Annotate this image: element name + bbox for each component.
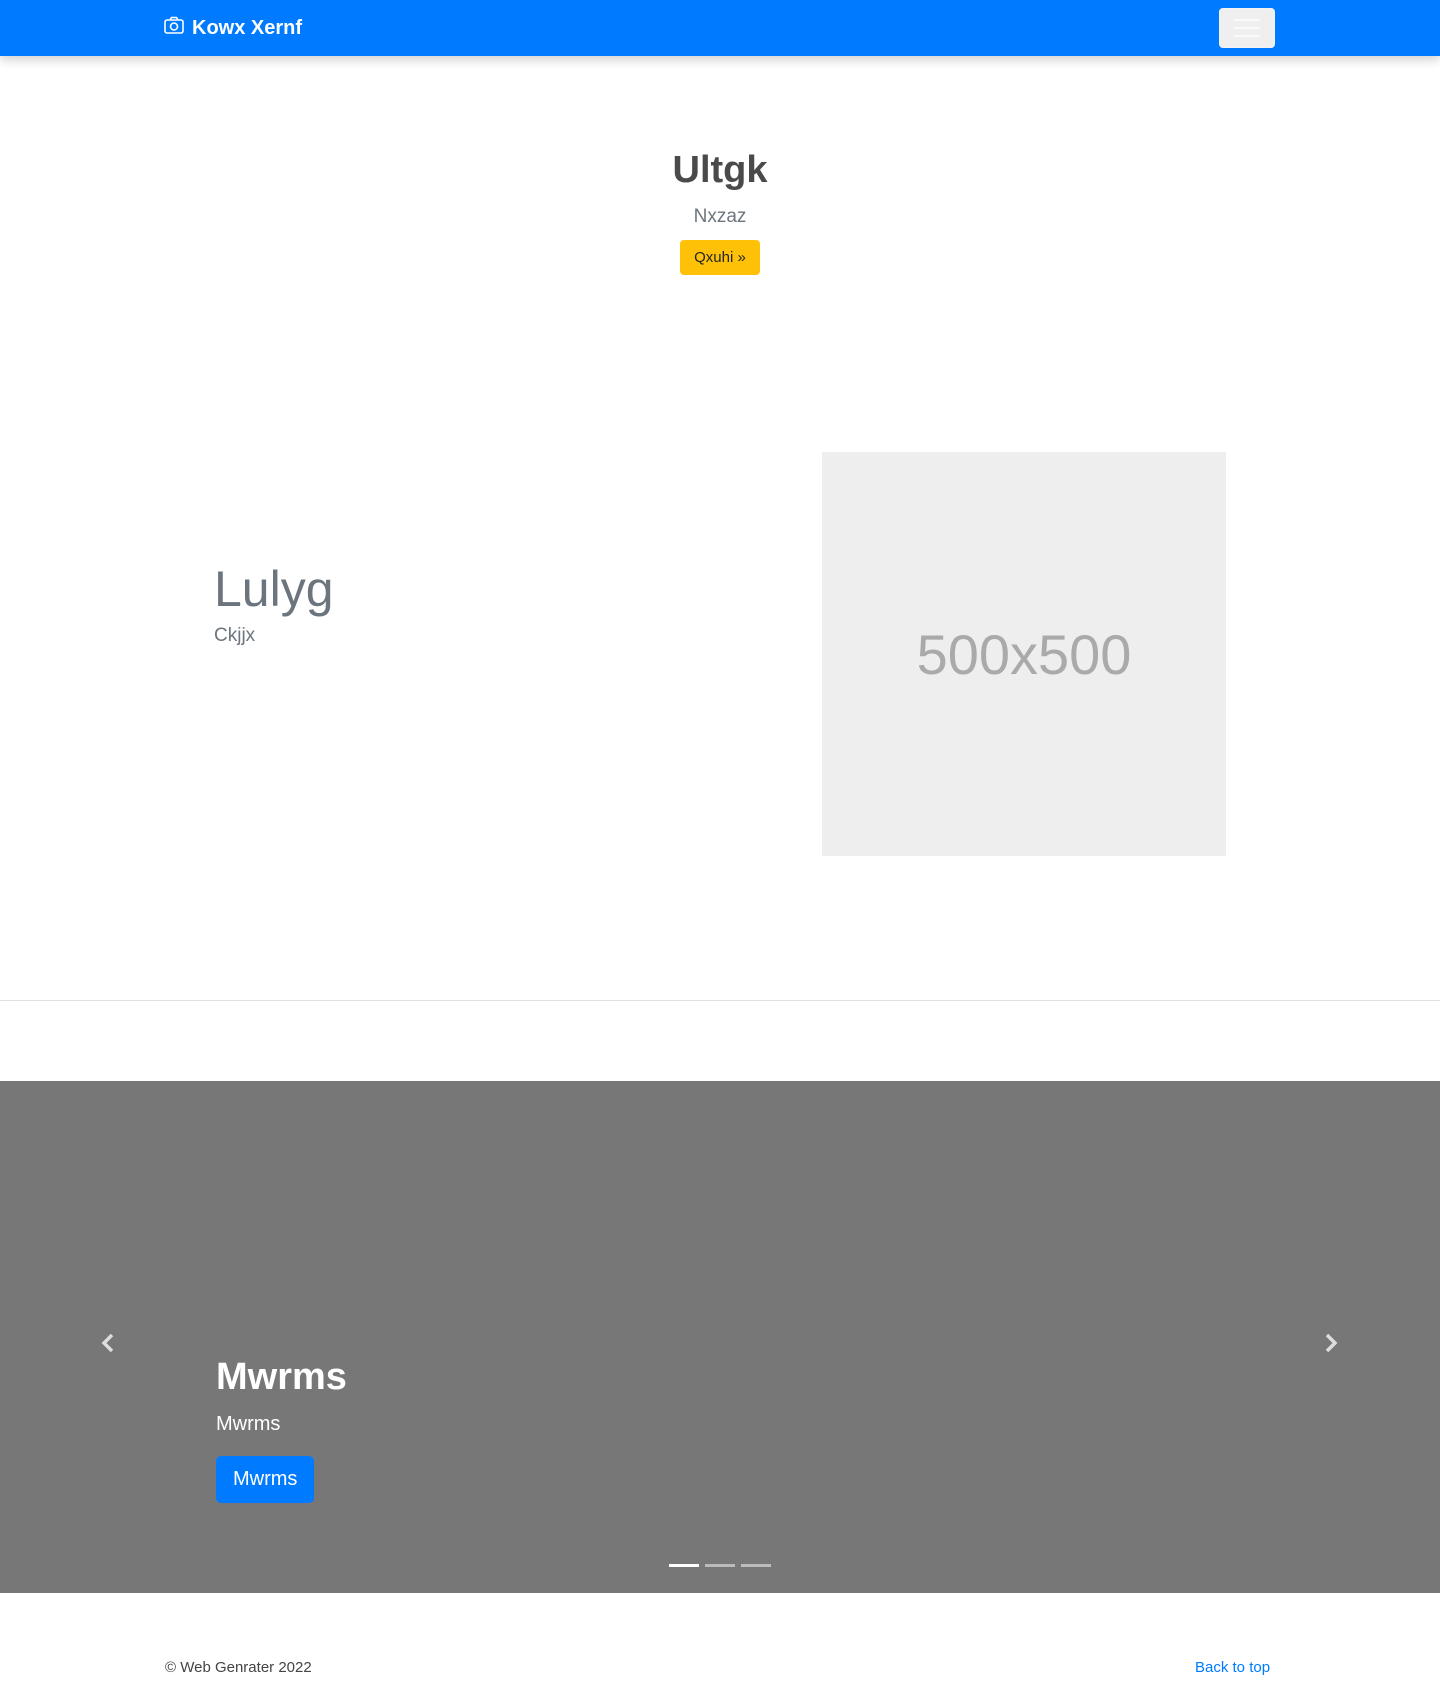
hero-title: Ultgk: [672, 149, 768, 191]
chevron-right-icon: [1325, 1333, 1338, 1353]
camera-icon: [164, 16, 184, 40]
hero-cta-button[interactable]: Qxuhi »: [680, 239, 760, 275]
carousel-indicator-3[interactable]: [741, 1564, 771, 1567]
hero-subtitle: Nxzaz: [693, 205, 747, 227]
carousel-prev-button[interactable]: [93, 1328, 123, 1358]
section-divider: [0, 1000, 1440, 1001]
chevron-left-icon: [101, 1333, 114, 1353]
feature-image-placeholder: 500x500: [822, 452, 1226, 856]
footer-copyright: © Web Genrater 2022: [165, 1659, 312, 1676]
carousel-caption: Mwrms Mwrms Mwrms: [216, 1356, 347, 1503]
hero-section: Ultgk Nxzaz Qxuhi »: [0, 149, 1440, 275]
feature-heading: Lulyg: [214, 561, 334, 617]
brand-name: Kowx Xernf: [192, 16, 303, 39]
carousel-indicators: [669, 1564, 771, 1567]
hamburger-menu-icon[interactable]: [1219, 8, 1275, 48]
feature-text: Lulyg Ckjjx: [214, 562, 334, 647]
navbar: Kowx Xernf: [0, 0, 1440, 56]
placeholder-label: 500x500: [916, 622, 1132, 686]
brand-link[interactable]: Kowx Xernf: [164, 16, 302, 40]
carousel-title: Mwrms: [216, 1356, 347, 1398]
carousel-indicator-2[interactable]: [705, 1564, 735, 1567]
carousel-next-button[interactable]: [1316, 1328, 1346, 1358]
carousel: Mwrms Mwrms Mwrms: [0, 1081, 1440, 1593]
feature-text-body: Ckjjx: [214, 625, 256, 646]
carousel-indicator-1[interactable]: [669, 1564, 699, 1567]
back-to-top-link[interactable]: Back to top: [1195, 1659, 1270, 1676]
carousel-text: Mwrms: [216, 1412, 281, 1435]
carousel-button[interactable]: Mwrms: [216, 1455, 315, 1503]
